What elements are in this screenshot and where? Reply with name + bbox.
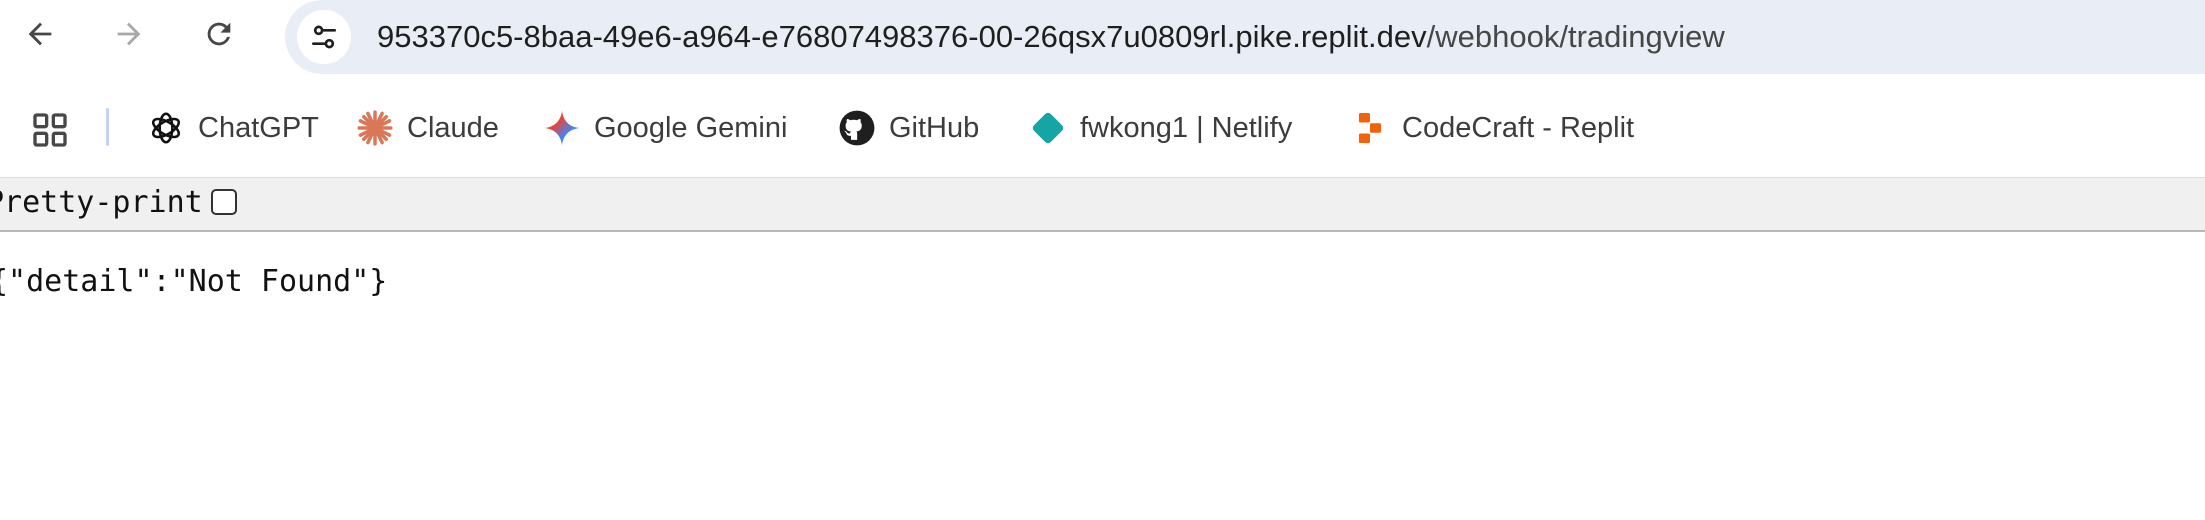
tune-icon bbox=[312, 25, 336, 49]
bookmark-replit[interactable]: CodeCraft - Replit bbox=[1350, 104, 1634, 152]
bookmark-label: Google Gemini bbox=[594, 111, 788, 144]
address-bar[interactable]: 953370c5-8baa-49e6-a964-e76807498376-00-… bbox=[285, 0, 2205, 74]
bookmark-github[interactable]: GitHub bbox=[837, 104, 979, 152]
bookmark-google-gemini[interactable]: Google Gemini bbox=[542, 104, 787, 152]
apps-button[interactable] bbox=[28, 108, 72, 152]
reload-button[interactable] bbox=[191, 6, 247, 62]
github-icon bbox=[837, 108, 877, 148]
bookmark-chatgpt[interactable]: ChatGPT bbox=[146, 104, 319, 152]
bookmark-label: fwkong1 | Netlify bbox=[1080, 111, 1293, 144]
arrow-left-icon bbox=[28, 22, 52, 46]
apps-grid-icon bbox=[33, 113, 67, 147]
back-button[interactable] bbox=[12, 6, 68, 62]
gemini-icon bbox=[542, 108, 582, 148]
netlify-icon bbox=[1028, 108, 1068, 148]
pretty-print-checkbox[interactable] bbox=[211, 189, 237, 215]
arrow-right-icon bbox=[117, 22, 141, 46]
bookmark-label: CodeCraft - Replit bbox=[1402, 111, 1635, 144]
pretty-print-label: Pretty-print bbox=[0, 185, 203, 220]
browser-toolbar: 953370c5-8baa-49e6-a964-e76807498376-00-… bbox=[0, 0, 2205, 74]
bookmarks-separator bbox=[106, 108, 109, 146]
site-info-button[interactable] bbox=[297, 10, 351, 64]
url-host: 953370c5-8baa-49e6-a964-e76807498376-00-… bbox=[377, 19, 1427, 54]
forward-button[interactable] bbox=[101, 6, 157, 62]
url-text[interactable]: 953370c5-8baa-49e6-a964-e76807498376-00-… bbox=[377, 17, 1725, 57]
bookmark-netlify[interactable]: fwkong1 | Netlify bbox=[1028, 104, 1292, 152]
chatgpt-icon bbox=[146, 108, 186, 148]
url-path: /webhook/tradingview bbox=[1426, 19, 1725, 54]
bookmark-label: ChatGPT bbox=[198, 111, 319, 144]
reload-icon bbox=[207, 22, 231, 46]
bookmarks-bar: ChatGPT Claude Google Gemini GitHub fwko… bbox=[0, 100, 2205, 156]
replit-icon bbox=[1350, 108, 1390, 148]
bookmark-claude[interactable]: Claude bbox=[355, 104, 499, 152]
bookmark-label: Claude bbox=[407, 111, 499, 144]
pretty-print-bar: Pretty-print bbox=[0, 177, 2205, 232]
json-response-text: {"detail":"Not Found"} bbox=[0, 264, 388, 299]
claude-icon bbox=[355, 108, 395, 148]
bookmark-label: GitHub bbox=[889, 111, 980, 144]
